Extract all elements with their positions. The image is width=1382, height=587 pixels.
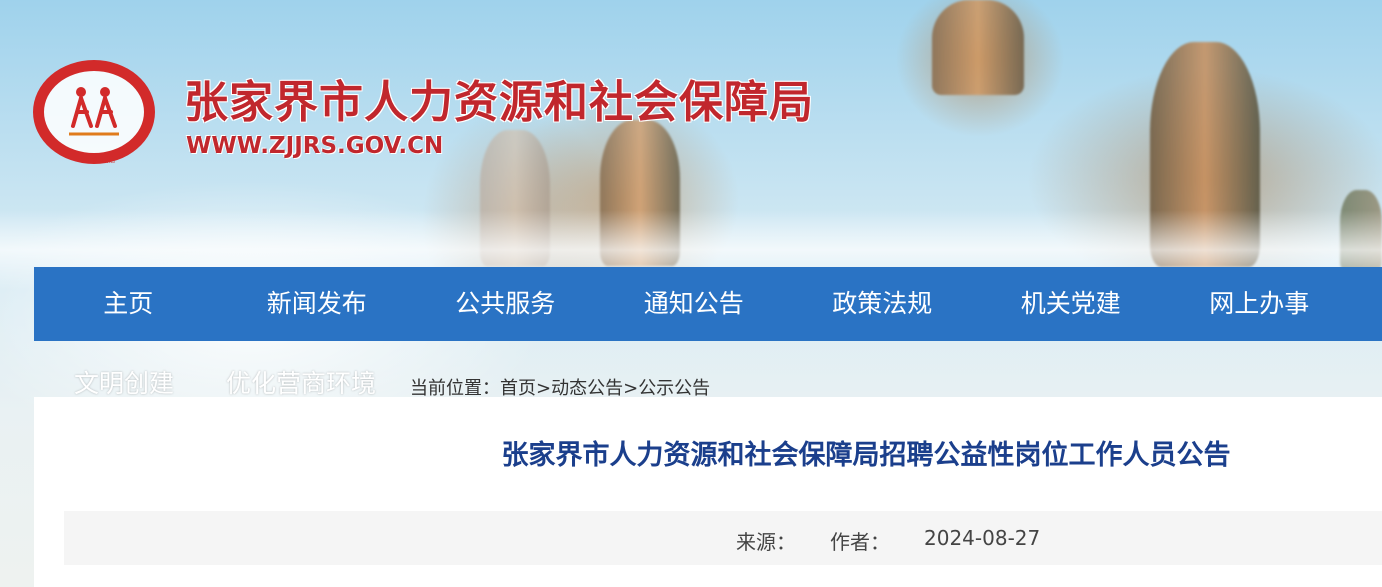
nav-item-online-services[interactable]: 网上办事 <box>1165 267 1354 341</box>
breadcrumb-dynamic-notices-link[interactable]: 动态公告 <box>551 378 623 399</box>
logo-motto: 群众 诚信 <box>85 156 116 164</box>
breadcrumb-home-link[interactable]: 首页 <box>500 378 536 399</box>
nav-item-notices[interactable]: 通知公告 <box>600 267 789 341</box>
nav-item-home[interactable]: 主页 <box>34 267 223 341</box>
sub-nav-item-business-env[interactable]: 优化营商环境 <box>226 364 376 400</box>
source-label: 来源： <box>736 530 796 554</box>
breadcrumb-separator: > <box>623 378 639 399</box>
article-meta: 来源： 作者： 2024-08-27 <box>64 511 1382 565</box>
breadcrumb-public-notices-link[interactable]: 公示公告 <box>638 378 710 399</box>
nav-item-news[interactable]: 新闻发布 <box>223 267 412 341</box>
breadcrumb-prefix: 当前位置： <box>410 378 500 399</box>
site-title: 张家界市人力资源和社会保障局 <box>184 77 814 128</box>
nav-item-public-service[interactable]: 公共服务 <box>411 267 600 341</box>
scenery-pillar <box>932 0 1024 95</box>
logo-figures-icon <box>69 87 119 136</box>
sub-nav-item-civilization[interactable]: 文明创建 <box>74 364 174 400</box>
site-url[interactable]: WWW.ZJJRS.GOV.CN <box>186 133 443 159</box>
main-nav: 主页 新闻发布 公共服务 通知公告 政策法规 机关党建 网上办事 <box>34 267 1382 341</box>
author-label: 作者： <box>830 530 890 554</box>
breadcrumb-separator: > <box>536 378 552 399</box>
article-panel: 张家界市人力资源和社会保障局招聘公益性岗位工作人员公告 来源： 作者： 2024… <box>34 397 1382 587</box>
nav-item-party[interactable]: 机关党建 <box>977 267 1166 341</box>
sub-nav: 文明创建 优化营商环境 <box>74 364 428 400</box>
article-title: 张家界市人力资源和社会保障局招聘公益性岗位工作人员公告 <box>501 440 1231 471</box>
nav-item-policies[interactable]: 政策法规 <box>788 267 977 341</box>
publish-date: 2024-08-27 <box>924 526 1041 550</box>
site-logo[interactable]: 群众 诚信 <box>33 60 155 170</box>
